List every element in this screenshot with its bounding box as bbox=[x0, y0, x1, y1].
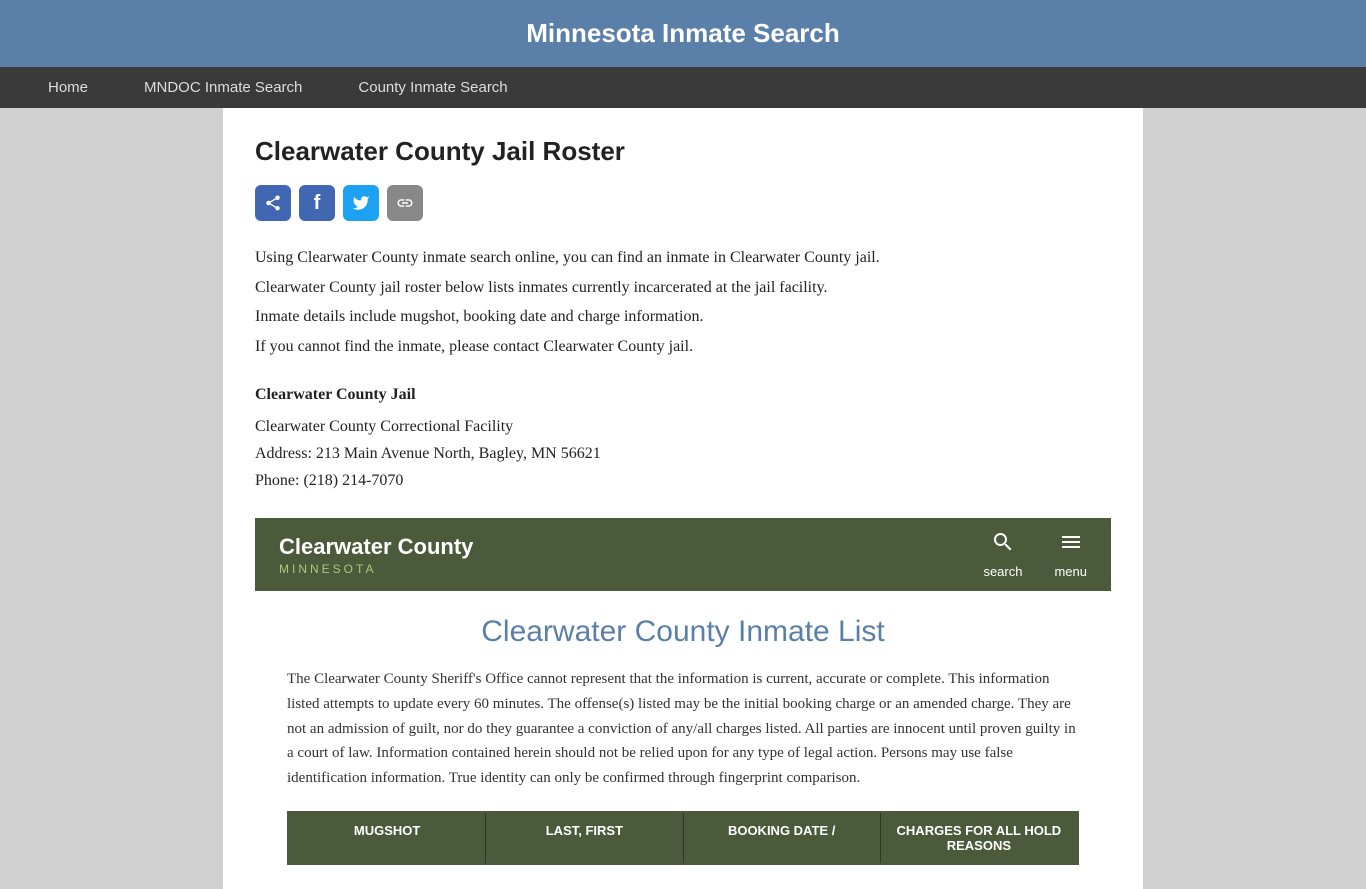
inmate-list-title: Clearwater County Inmate List bbox=[287, 615, 1079, 649]
facebook-button[interactable]: f bbox=[299, 185, 335, 221]
menu-action[interactable]: menu bbox=[1054, 530, 1087, 579]
description-line-2: Clearwater County jail roster below list… bbox=[255, 275, 1111, 301]
jail-info-block: Clearwater County Jail Clearwater County… bbox=[255, 381, 1111, 494]
col-mugshot: MUGSHOT bbox=[289, 813, 486, 863]
copy-link-button[interactable] bbox=[387, 185, 423, 221]
county-widget-banner: Clearwater County MINNESOTA search bbox=[255, 518, 1111, 591]
menu-label: menu bbox=[1054, 564, 1087, 579]
nav-county[interactable]: County Inmate Search bbox=[330, 67, 535, 108]
nav-home[interactable]: Home bbox=[20, 67, 116, 108]
share-button[interactable] bbox=[255, 185, 291, 221]
inmate-section: Clearwater County Inmate List The Clearw… bbox=[255, 591, 1111, 889]
description-line-4: If you cannot find the inmate, please co… bbox=[255, 334, 1111, 360]
search-icon bbox=[991, 530, 1015, 560]
county-widget-subtitle: MINNESOTA bbox=[279, 562, 473, 576]
main-content: Clearwater County Jail Roster f bbox=[223, 108, 1143, 889]
jail-facility: Clearwater County Correctional Facility bbox=[255, 413, 1111, 440]
description-block: Using Clearwater County inmate search on… bbox=[255, 245, 1111, 359]
site-title: Minnesota Inmate Search bbox=[10, 18, 1356, 49]
nav-bar: Home MNDOC Inmate Search County Inmate S… bbox=[0, 67, 1366, 108]
social-icons: f bbox=[255, 185, 1111, 221]
search-label: search bbox=[983, 564, 1022, 579]
site-header: Minnesota Inmate Search bbox=[0, 0, 1366, 67]
inmate-disclaimer: The Clearwater County Sheriff's Office c… bbox=[287, 667, 1079, 791]
nav-mndoc[interactable]: MNDOC Inmate Search bbox=[116, 67, 330, 108]
description-line-1: Using Clearwater County inmate search on… bbox=[255, 245, 1111, 271]
col-name: LAST, FIRST bbox=[486, 813, 683, 863]
col-charges: CHARGES FOR ALL HOLD REASONS bbox=[881, 813, 1077, 863]
jail-address: Address: 213 Main Avenue North, Bagley, … bbox=[255, 440, 1111, 467]
search-action[interactable]: search bbox=[983, 530, 1022, 579]
county-widget-title: Clearwater County bbox=[279, 534, 473, 560]
county-widget-branding: Clearwater County MINNESOTA bbox=[279, 534, 473, 576]
jail-phone: Phone: (218) 214-7070 bbox=[255, 467, 1111, 494]
description-line-3: Inmate details include mugshot, booking … bbox=[255, 304, 1111, 330]
jail-name: Clearwater County Jail bbox=[255, 381, 1111, 408]
inmate-table-header: MUGSHOT LAST, FIRST BOOKING DATE / CHARG… bbox=[287, 811, 1079, 865]
menu-icon bbox=[1059, 530, 1083, 560]
col-booking-date: BOOKING DATE / bbox=[684, 813, 881, 863]
page-title: Clearwater County Jail Roster bbox=[255, 136, 1111, 167]
twitter-button[interactable] bbox=[343, 185, 379, 221]
county-widget-actions: search menu bbox=[983, 530, 1087, 579]
